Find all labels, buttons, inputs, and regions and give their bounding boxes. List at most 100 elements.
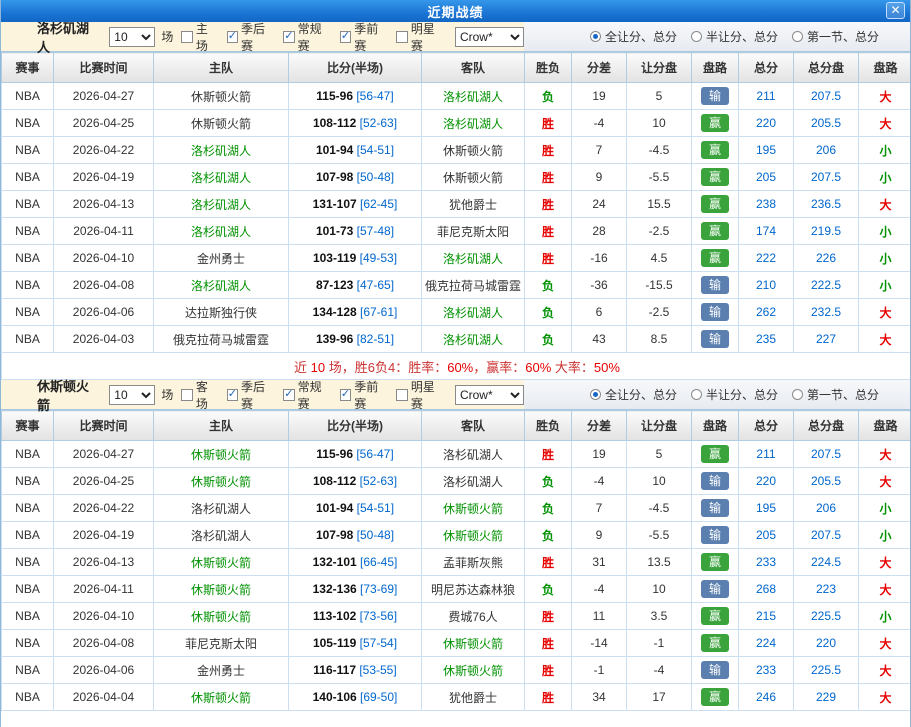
total-line-cell: 207.5 (794, 83, 859, 110)
total-points-cell: 262 (739, 299, 794, 326)
handicap-result-cell: 输 (692, 299, 739, 326)
table-row: NBA2026-04-25休斯顿火箭108-112 [52-63]洛杉矶湖人胜-… (2, 110, 911, 137)
total-points-cell: 235 (739, 326, 794, 353)
date-cell: 2026-04-25 (54, 110, 154, 137)
filter-checkbox[interactable]: 明星赛 (396, 20, 445, 54)
score-value: 140-106 (313, 690, 357, 704)
table-row: NBA2026-04-19洛杉矶湖人107-98 [50-48]休斯顿火箭胜9-… (2, 164, 911, 191)
close-icon[interactable]: ✕ (886, 2, 905, 19)
handicap-result-cell: 赢 (692, 245, 739, 272)
filter-checkbox[interactable]: 主场 (181, 20, 218, 54)
total-result-cell: 大 (859, 326, 911, 353)
total-result-cell: 大 (859, 191, 911, 218)
diff-cell: 7 (572, 495, 627, 522)
filter-checkbox[interactable]: ✓季后赛 (227, 20, 276, 54)
diff-cell: 24 (572, 191, 627, 218)
half-score: [57-48] (353, 224, 394, 238)
checkbox-icon: ✓ (340, 389, 351, 401)
odds-source-select[interactable]: Crow* (455, 385, 524, 405)
handicap-result-badge: 赢 (701, 141, 729, 159)
checkbox-icon: ✓ (283, 389, 294, 401)
total-result-cell: 大 (859, 684, 911, 711)
filter-radio[interactable]: 全让分、总分 (590, 386, 677, 403)
diff-cell: 6 (572, 299, 627, 326)
result-cell: 负 (525, 522, 572, 549)
games-count-select[interactable]: 10 (109, 385, 155, 405)
date-cell: 2026-04-13 (54, 549, 154, 576)
checkbox-icon (181, 389, 192, 401)
score-value: 101-73 (316, 224, 353, 238)
result-cell: 胜 (525, 657, 572, 684)
filter-checkbox[interactable]: ✓季后赛 (227, 378, 276, 412)
score-cell: 101-73 [57-48] (289, 218, 422, 245)
summary-cell: 近 10 场，胜6负4：胜率：60%，赢率：60% 大率：50% (2, 353, 911, 380)
table-header-row: 赛事比赛时间主队比分(半场)客队胜负分差让分盘盘路总分总分盘盘路 (2, 53, 911, 83)
filter-checkbox[interactable]: ✓常规赛 (283, 378, 332, 412)
handicap-result-cell: 输 (692, 83, 739, 110)
date-cell: 2026-04-03 (54, 326, 154, 353)
home-team-cell: 休斯顿火箭 (154, 441, 289, 468)
total-result-cell: 小 (859, 164, 911, 191)
league-cell: NBA (2, 441, 54, 468)
total-points-cell: 220 (739, 468, 794, 495)
handicap-line-cell: 8.5 (627, 326, 692, 353)
handicap-line-cell: -15.5 (627, 272, 692, 299)
diff-cell: 19 (572, 83, 627, 110)
checkbox-label: 常规赛 (298, 20, 332, 54)
half-score: [47-65] (353, 278, 394, 292)
filter-checkbox[interactable]: 明星赛 (396, 378, 445, 412)
checkbox-icon: ✓ (283, 31, 294, 43)
league-cell: NBA (2, 83, 54, 110)
handicap-result-badge: 输 (701, 580, 729, 598)
column-header: 赛事 (2, 53, 54, 83)
filter-radio[interactable]: 第一节、总分 (792, 386, 879, 403)
handicap-mode-radio-group: 全让分、总分 半让分、总分 第一节、总分 (524, 380, 910, 409)
column-header: 主队 (154, 53, 289, 83)
score-value: 107-98 (316, 170, 353, 184)
filter-radio[interactable]: 半让分、总分 (691, 28, 778, 45)
handicap-result-cell: 输 (692, 468, 739, 495)
handicap-result-badge: 赢 (701, 445, 729, 463)
filter-checkbox[interactable]: ✓季前赛 (340, 378, 389, 412)
odds-source-select[interactable]: Crow* (455, 27, 524, 47)
handicap-result-badge: 赢 (701, 114, 729, 132)
league-cell: NBA (2, 468, 54, 495)
filter-checkbox-group: 主场 ✓季后赛 ✓ 常规赛✓季前赛明星赛 (181, 20, 445, 54)
diff-cell: 7 (572, 137, 627, 164)
summary-text: 50% (594, 360, 620, 375)
filter-radio[interactable]: 第一节、总分 (792, 28, 879, 45)
table-row: NBA2026-04-08菲尼克斯太阳105-119 [57-54]休斯顿火箭胜… (2, 630, 911, 657)
score-value: 101-94 (316, 501, 353, 515)
filter-radio[interactable]: 半让分、总分 (691, 386, 778, 403)
column-header: 盘路 (692, 53, 739, 83)
filter-checkbox[interactable]: ✓ 常规赛 (283, 20, 332, 54)
games-count-select[interactable]: 10 (109, 27, 155, 47)
handicap-result-badge: 输 (701, 330, 729, 348)
recent-results-dialog: 近期战绩 ✕ 洛杉矶湖人 10 场 主场✓季后赛✓常规赛✓季前赛明星赛 Crow… (0, 0, 911, 727)
handicap-result-badge: 赢 (701, 607, 729, 625)
table-row: NBA2026-04-11洛杉矶湖人101-73 [57-48]菲尼克斯太阳胜2… (2, 218, 911, 245)
result-cell: 胜 (525, 164, 572, 191)
radio-label: 半让分、总分 (706, 386, 778, 403)
column-header: 总分 (739, 411, 794, 441)
handicap-line-cell: 13.5 (627, 549, 692, 576)
table-row: NBA2026-04-11休斯顿火箭132-136 [73-69]明尼苏达森林狼… (2, 576, 911, 603)
filter-radio[interactable]: 全让分、总分 (590, 28, 677, 45)
table-row: NBA2026-04-27休斯顿火箭115-96 [56-47]洛杉矶湖人胜19… (2, 441, 911, 468)
score-cell: 132-101 [66-45] (289, 549, 422, 576)
table-row: NBA2026-04-10休斯顿火箭113-102 [73-56]费城76人胜1… (2, 603, 911, 630)
score-cell: 101-94 [54-51] (289, 137, 422, 164)
checkbox-label: 季前赛 (354, 20, 388, 54)
home-team-cell: 休斯顿火箭 (154, 83, 289, 110)
result-cell: 负 (525, 495, 572, 522)
radio-label: 第一节、总分 (807, 386, 879, 403)
column-header: 分差 (572, 411, 627, 441)
filter-checkbox[interactable]: 客场 (181, 378, 218, 412)
diff-cell: 9 (572, 522, 627, 549)
league-cell: NBA (2, 630, 54, 657)
half-score: [69-50] (357, 690, 398, 704)
league-cell: NBA (2, 137, 54, 164)
handicap-line-cell: -1 (627, 630, 692, 657)
filter-checkbox[interactable]: ✓季前赛 (340, 20, 389, 54)
league-cell: NBA (2, 684, 54, 711)
